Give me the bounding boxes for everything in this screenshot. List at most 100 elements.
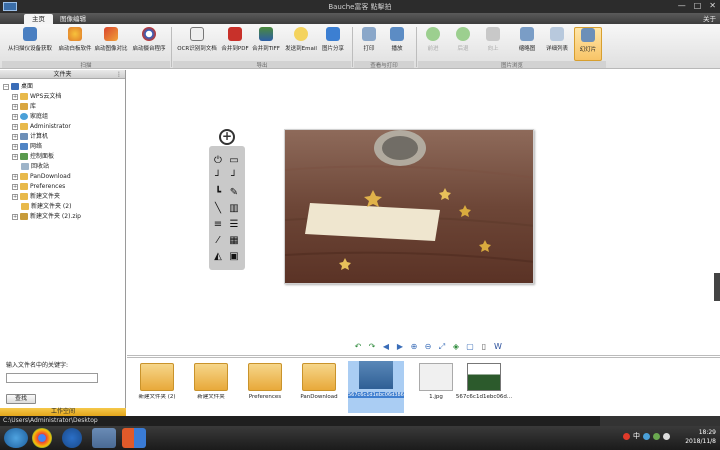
play-button[interactable]: 播放	[386, 27, 408, 59]
cloud-app-icon[interactable]	[92, 428, 116, 448]
close-button[interactable]: ✕	[709, 2, 716, 10]
thumbnail-view-button[interactable]: 缩略图	[514, 27, 540, 59]
thin-line-icon[interactable]: ≡	[212, 219, 224, 231]
workspace-bar[interactable]: 工作空间	[0, 408, 126, 416]
next-icon[interactable]: ▶	[396, 343, 404, 351]
trash-icon[interactable]: ▥	[228, 203, 240, 215]
find-button[interactable]: 查找	[6, 394, 36, 404]
zoom-out-icon[interactable]: ⊖	[424, 343, 432, 351]
side-handle[interactable]	[714, 273, 720, 301]
print-button[interactable]: 打印	[358, 27, 380, 59]
send-email-button[interactable]: 发送到Email	[284, 27, 318, 59]
save-icon[interactable]: ▣	[228, 251, 240, 263]
back-button[interactable]: 后退	[452, 27, 474, 59]
tab-home[interactable]: 主页	[24, 14, 53, 24]
previous-icon[interactable]: ◀	[382, 343, 390, 351]
expand-icon[interactable]: +	[12, 133, 18, 140]
scanner-app-icon[interactable]	[122, 428, 146, 448]
ocr-button[interactable]: OCR识别到文档	[175, 27, 219, 59]
mosaic-icon[interactable]: ▦	[228, 235, 240, 247]
tree-node[interactable]: + 库	[12, 102, 36, 111]
detail-list-button[interactable]: 详细列表	[542, 27, 572, 59]
minimize-button[interactable]: —	[678, 2, 686, 10]
tree-node[interactable]: + 新建文件夹 (2).zip	[12, 212, 81, 221]
fullscreen-icon[interactable]: ▢	[466, 343, 474, 351]
thumbnail-item[interactable]: PanDownload	[294, 363, 344, 413]
thumbnail-item-selected[interactable]: 567c6c1d1ebc06d386a2a99de98.8d98.jpg	[348, 361, 404, 413]
expand-icon[interactable]: +	[12, 193, 18, 200]
expand-icon[interactable]: +	[12, 103, 18, 110]
rotate-right-icon[interactable]: ↷	[368, 343, 376, 351]
thumbnail-item[interactable]: 新建文件夹	[186, 363, 236, 413]
pen-icon[interactable]: ✎	[228, 187, 240, 199]
power-icon[interactable]: ⏻	[212, 155, 224, 167]
thumbnail-item[interactable]: 567c6c1d1ebc06d...	[453, 363, 515, 413]
expand-icon[interactable]: +	[12, 183, 18, 190]
collapse-icon[interactable]: −	[3, 83, 9, 90]
tree-node[interactable]: + Preferences	[12, 182, 65, 191]
expand-icon[interactable]: +	[12, 113, 18, 120]
shield-icon[interactable]	[653, 433, 660, 440]
zoom-in-icon[interactable]: +	[219, 129, 235, 145]
expand-icon[interactable]: +	[12, 153, 18, 160]
merge-tiff-button[interactable]: 合并到TIFF	[251, 27, 281, 59]
page-icon[interactable]: ▯	[480, 343, 488, 351]
zoom-in-small-icon[interactable]: ⊕	[410, 343, 418, 351]
launch-webcam-button[interactable]: 启动摄台程序	[130, 27, 168, 59]
sogou-icon[interactable]	[623, 433, 630, 440]
search-input[interactable]	[6, 373, 98, 383]
up-button[interactable]: 向上	[482, 27, 504, 59]
shapes-icon[interactable]: ◭	[212, 251, 224, 263]
play-icon	[390, 27, 404, 41]
fit-icon[interactable]: ⤢	[438, 343, 446, 351]
merge-pdf-button[interactable]: 合并到PDF	[220, 27, 250, 59]
thumbnail-item[interactable]: 新建文件夹 (2)	[132, 363, 182, 413]
tree-node-desktop[interactable]: − 桌面	[3, 82, 33, 91]
k-app-icon[interactable]	[62, 428, 82, 448]
maximize-button[interactable]: □	[694, 2, 702, 10]
panel-grip-icon[interactable]: ⋮	[116, 70, 122, 79]
thumbnail-item[interactable]: Preferences	[240, 363, 290, 413]
thick-line-icon[interactable]: ☰	[228, 219, 240, 231]
tree-node[interactable]: + PanDownload	[12, 172, 71, 181]
tree-node[interactable]: + 新建文件夹	[12, 192, 60, 201]
tree-node[interactable]: + WPS云文档	[12, 92, 61, 101]
clock[interactable]: 18:29 2018/11/8	[685, 428, 716, 446]
word-export-icon[interactable]: W	[494, 343, 502, 351]
line-tool-icon[interactable]: ┘	[212, 171, 224, 183]
tab-image-edit[interactable]: 图像编辑	[52, 14, 94, 24]
ribbon-separator	[171, 27, 172, 67]
expand-icon[interactable]: +	[12, 173, 18, 180]
scan-device-button[interactable]: 从扫描仪设备获取	[4, 27, 56, 59]
corner-tool-icon[interactable]: ┘	[228, 171, 240, 183]
expand-icon[interactable]: +	[12, 143, 18, 150]
tree-node[interactable]: + 计算机	[12, 132, 48, 141]
image-thumbnail	[359, 361, 393, 389]
launch-whiteboard-button[interactable]: 启动白板软件	[58, 27, 92, 59]
crop-icon[interactable]: ┗	[212, 187, 224, 199]
actual-size-icon[interactable]: ◈	[452, 343, 460, 351]
share-image-button[interactable]: 图片分享	[319, 27, 347, 59]
tree-node[interactable]: + Administrator	[12, 122, 71, 131]
start-button-icon[interactable]	[4, 428, 28, 448]
expand-icon[interactable]: +	[12, 93, 18, 100]
expand-icon[interactable]: +	[12, 213, 18, 220]
expand-icon[interactable]: +	[12, 123, 18, 130]
tree-node[interactable]: + 家庭组	[12, 112, 48, 121]
marker-icon[interactable]: ╲	[212, 203, 224, 215]
ime-indicator[interactable]: 中	[633, 433, 640, 440]
slideshow-button[interactable]: 幻灯片	[574, 27, 602, 61]
tree-node[interactable]: 回收站	[21, 162, 49, 171]
tree-node[interactable]: 新建文件夹 (2)	[21, 202, 71, 211]
color-picker-icon[interactable]: ⁄	[212, 235, 224, 247]
volume-icon[interactable]	[663, 433, 670, 440]
network-tray-icon[interactable]	[643, 433, 650, 440]
launch-compare-button[interactable]: 启动图像对比	[94, 27, 128, 59]
rotate-left-icon[interactable]: ↶	[354, 343, 362, 351]
tree-node[interactable]: + 网络	[12, 142, 42, 151]
eraser-icon[interactable]: ▭	[228, 155, 240, 167]
tab-about[interactable]: 关于	[703, 14, 716, 24]
tree-node[interactable]: + 控制面板	[12, 152, 54, 161]
forward-button[interactable]: 前进	[422, 27, 444, 59]
chrome-icon[interactable]	[32, 428, 52, 448]
